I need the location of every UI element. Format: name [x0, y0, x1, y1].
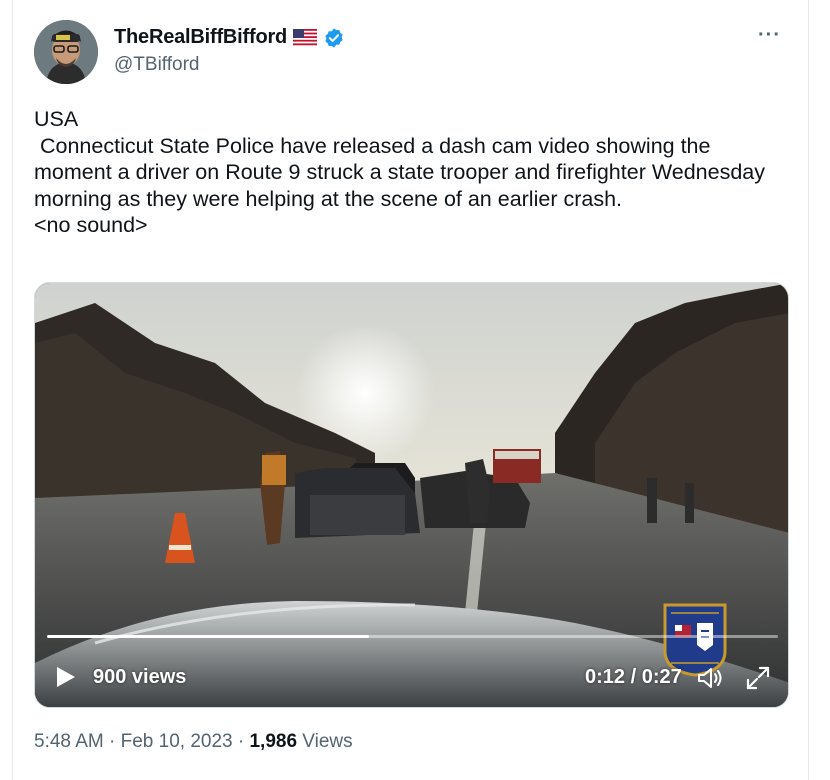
us-flag-icon — [293, 29, 318, 46]
verified-badge-icon[interactable] — [323, 27, 345, 49]
play-icon[interactable] — [53, 665, 77, 689]
meta-separator: · — [103, 731, 121, 752]
author-display-name[interactable]: TheRealBiffBifford — [114, 26, 287, 49]
author-name-row[interactable]: TheRealBiffBifford — [114, 26, 345, 49]
more-options-icon[interactable]: ··· — [758, 24, 781, 47]
video-views: 900 views — [93, 666, 187, 688]
avatar-image — [34, 20, 98, 84]
views-label: Views — [297, 731, 353, 752]
author-avatar[interactable] — [34, 20, 98, 84]
video-progress-fill — [47, 635, 369, 638]
video-player[interactable]: 900 views 0:12 / 0:27 — [34, 282, 789, 708]
author-handle[interactable]: @TBifford — [114, 54, 199, 76]
fullscreen-icon[interactable] — [745, 665, 771, 691]
tweet-text: USA Connecticut State Police have releas… — [34, 107, 765, 237]
tweet-time[interactable]: 5:48 AM — [34, 731, 104, 752]
tweet-date[interactable]: Feb 10, 2023 — [121, 731, 233, 752]
meta-separator: · — [232, 731, 250, 752]
video-progress-bar[interactable] — [47, 635, 778, 638]
volume-icon[interactable] — [697, 666, 725, 690]
view-count: 1,986 — [249, 731, 298, 752]
video-time: 0:12 / 0:27 — [585, 666, 682, 688]
tweet-meta: 5:48 AM · Feb 10, 2023 · 1,986 Views — [34, 731, 353, 753]
